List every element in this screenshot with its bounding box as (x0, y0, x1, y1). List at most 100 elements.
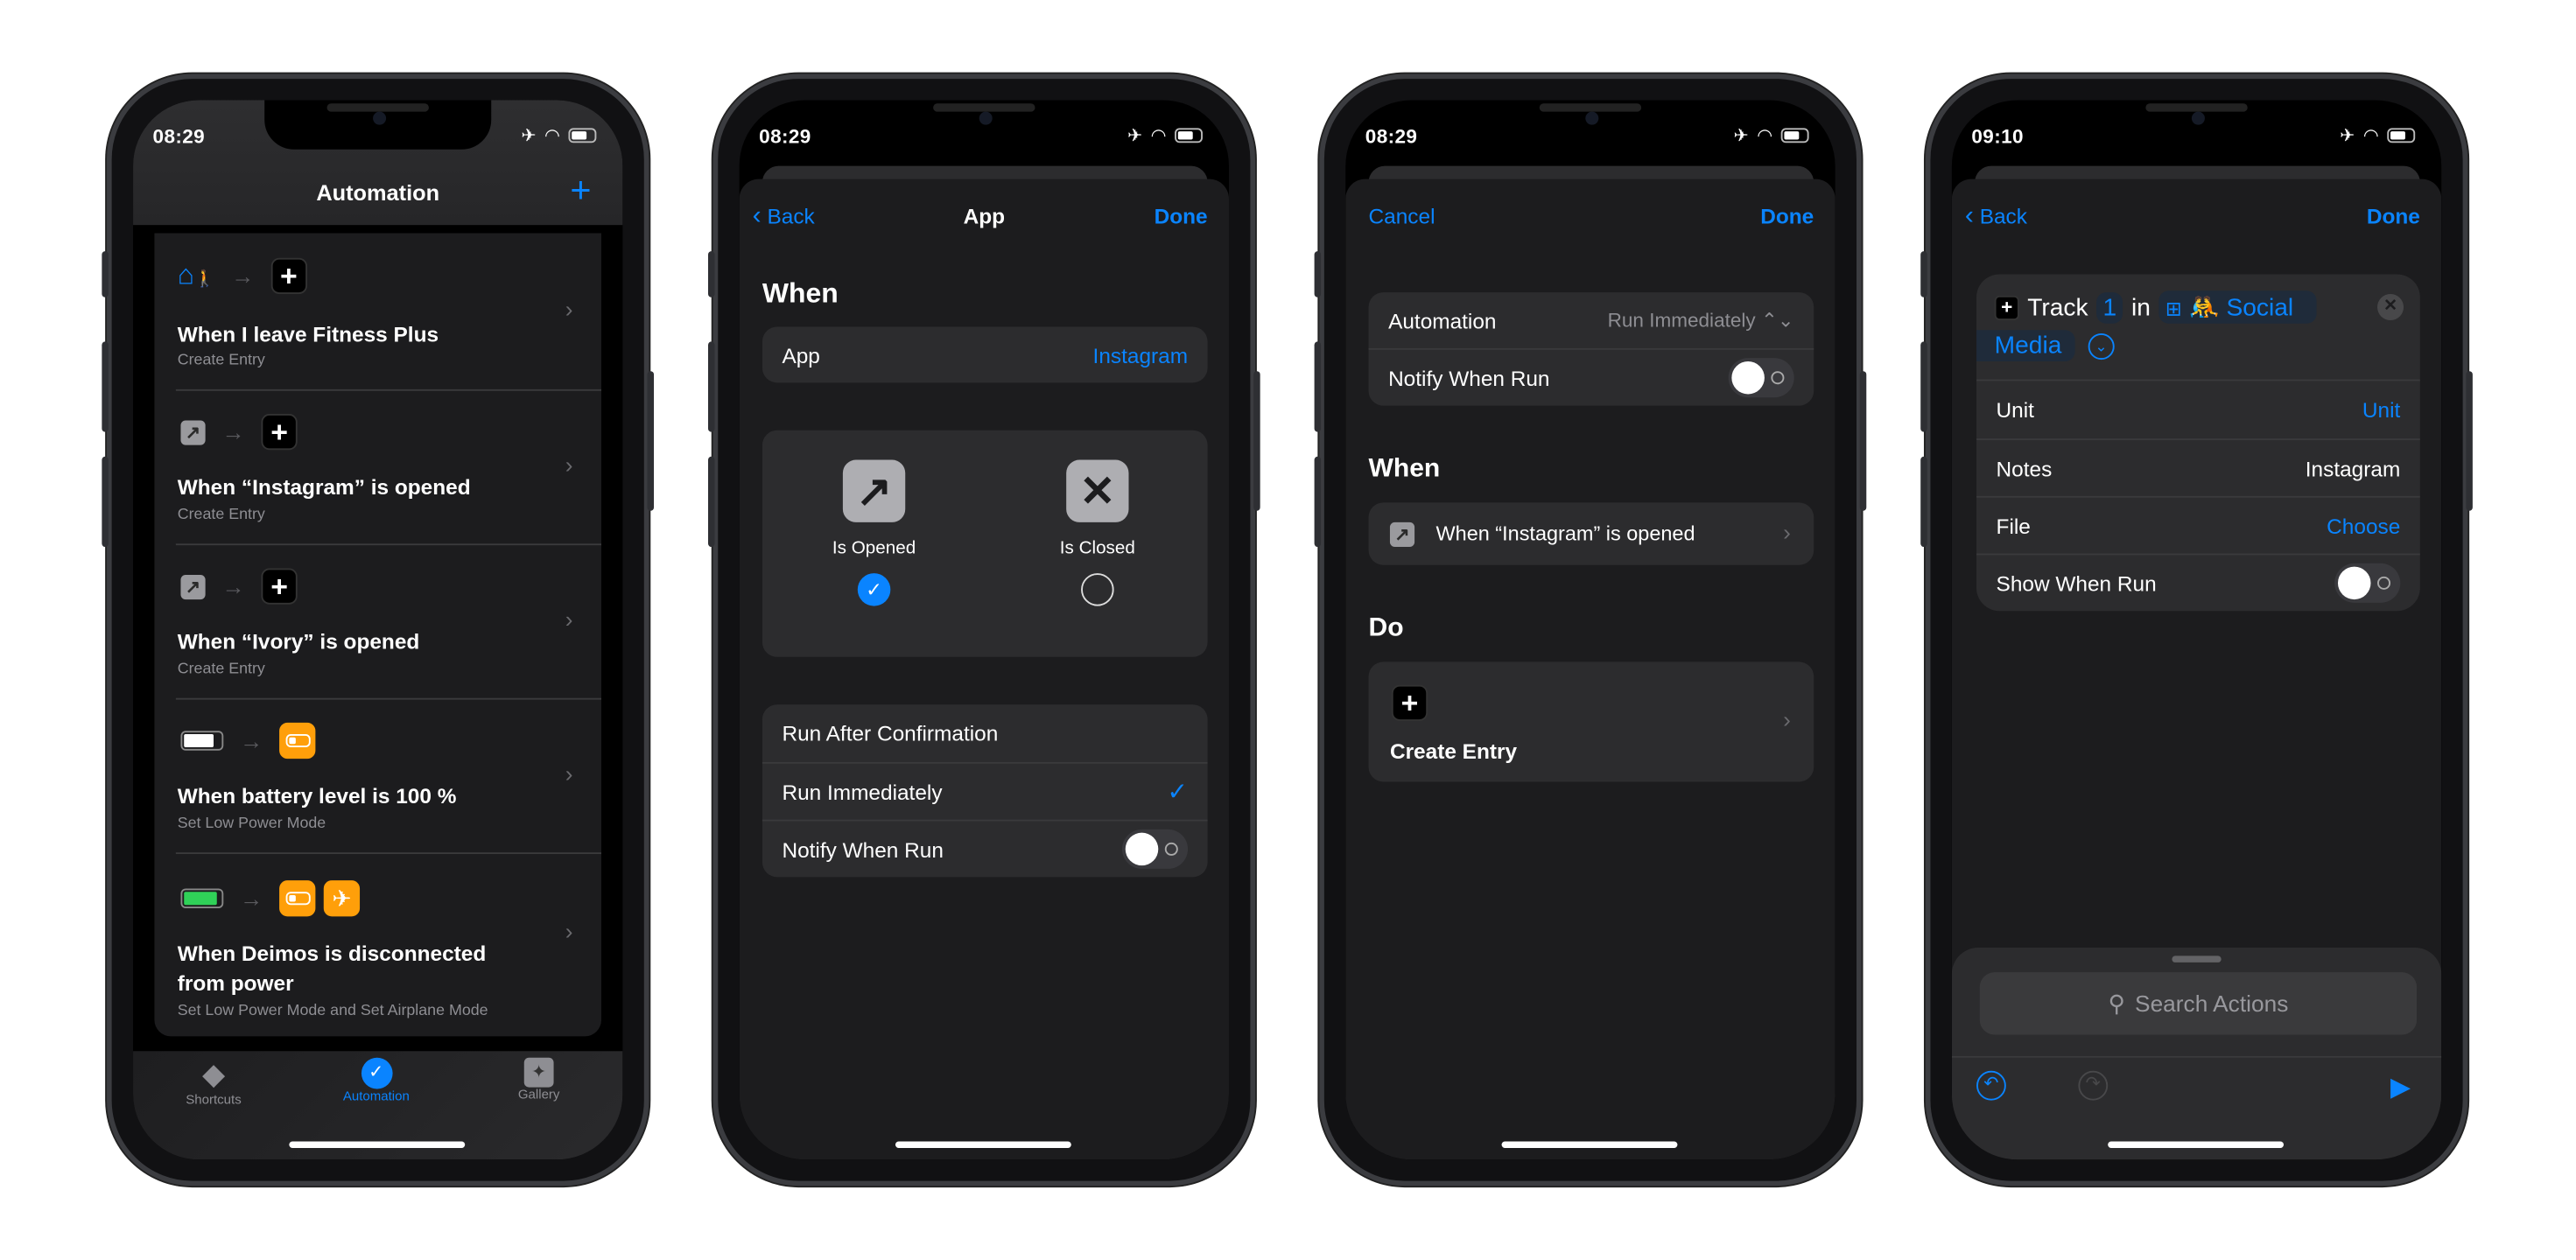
status-icons: ✈ ◠ (1734, 125, 1809, 146)
close-icon: ✕ (2383, 297, 2397, 316)
action-label: Create Entry (1389, 738, 1518, 764)
automation-item[interactable]: ↗ → + When “Ivory” is opened Create Entry … (154, 543, 601, 697)
home-indicator (895, 1141, 1071, 1149)
tab-gallery[interactable]: ✦ Gallery (489, 1057, 588, 1102)
battery-icon (1175, 128, 1203, 144)
is-closed-option[interactable]: ✕ Is Closed (1010, 459, 1184, 606)
choose-file-button[interactable]: Choose (2327, 514, 2400, 538)
notify-toggle[interactable] (1121, 829, 1189, 869)
status-time: 09:10 (1971, 124, 2024, 148)
action-verb: Track (2027, 293, 2088, 321)
arrow-icon: → (240, 727, 263, 754)
notes-value[interactable]: Instagram (2306, 456, 2401, 480)
app-value[interactable]: Instagram (1093, 342, 1189, 367)
action-row[interactable]: + Create Entry › (1368, 662, 1814, 782)
done-button[interactable]: Done (1760, 204, 1814, 228)
unit-row[interactable]: Unit Unit (1976, 381, 2420, 438)
automation-item[interactable]: ⌂🚶 → + When I leave Fitness Plus Create En… (154, 234, 601, 389)
notes-row[interactable]: Notes Instagram (1976, 438, 2420, 496)
automation-mode-row[interactable]: Automation Run Immediately ⌃⌄ (1369, 292, 1814, 348)
file-row[interactable]: File Choose (1976, 495, 2420, 554)
drawer-grabber[interactable] (2172, 956, 2222, 962)
tab-automation[interactable]: ✓ Automation (327, 1057, 426, 1103)
airplane-icon: ✈ (1127, 126, 1143, 147)
is-opened-option[interactable]: ↗ Is Opened ✓ (787, 459, 961, 606)
trigger-row[interactable]: ↗ When “Instagram” is opened › (1368, 502, 1814, 565)
play-icon[interactable]: ▶ (2390, 1071, 2411, 1104)
option-run-immediately[interactable]: Run Immediately ✓ (762, 761, 1208, 820)
show-when-run-row: Show When Run (1976, 553, 2420, 612)
row-label: Show When Run (1996, 570, 2157, 596)
shortcut-icon: + (1391, 684, 1428, 722)
back-label: Back (1979, 203, 2027, 228)
unit-value[interactable]: Unit (2362, 397, 2400, 422)
count-token[interactable]: 1 (2095, 291, 2123, 323)
show-when-run-toggle[interactable] (2334, 563, 2401, 603)
battery-icon (2387, 128, 2416, 144)
expand-chevron-icon[interactable]: ⌄ (2088, 332, 2115, 360)
done-button[interactable]: Done (1155, 204, 1208, 228)
arrow-icon: → (221, 573, 245, 600)
target-label: Social (2226, 293, 2294, 322)
arrow-icon: → (221, 418, 245, 445)
shortcut-icon: + (1994, 294, 2019, 320)
option-label: Run After Confirmation (782, 721, 999, 746)
battery-icon (180, 731, 224, 751)
shortcut-icon: + (270, 257, 307, 294)
settings-card: Automation Run Immediately ⌃⌄ Notify When… (1368, 292, 1814, 406)
closed-label: Is Closed (1059, 538, 1135, 559)
remove-action-button[interactable]: ✕ (2377, 293, 2404, 321)
battery-charging-icon (180, 888, 224, 908)
chevron-right-icon: › (565, 760, 573, 788)
radio-unchecked[interactable] (1081, 573, 1114, 606)
app-label: App (782, 342, 820, 368)
home-indicator (1501, 1141, 1678, 1149)
undo-icon[interactable]: ↶ (1976, 1070, 2006, 1101)
option-label: Run Immediately (782, 779, 943, 804)
radio-checked[interactable]: ✓ (857, 573, 891, 606)
app-close-icon: ✕ (1066, 459, 1129, 522)
section-when: When (762, 277, 839, 309)
page-title: Automation (316, 180, 440, 206)
add-automation-button[interactable]: + (570, 172, 591, 208)
row-label: Notes (1996, 455, 2053, 481)
done-button[interactable]: Done (2367, 204, 2420, 228)
option-run-after-confirmation[interactable]: Run After Confirmation (762, 704, 1208, 762)
shortcut-icon: + (261, 414, 298, 451)
arrow-icon: → (240, 885, 263, 912)
home-leave-icon: ⌂🚶 (177, 259, 215, 291)
automation-subtitle: Set Low Power Mode (177, 814, 326, 833)
back-button[interactable]: ‹ Back (1965, 202, 2027, 232)
clock-check-icon: ✓ (361, 1057, 392, 1089)
wifi-icon: ◠ (1150, 126, 1167, 147)
status-time: 08:29 (152, 124, 206, 148)
chevron-left-icon: ‹ (1964, 201, 1974, 230)
automation-item[interactable]: → ✈ When Deimos is disconnected from powe… (154, 852, 601, 1036)
action-in: in (2131, 293, 2151, 321)
cancel-button[interactable]: Cancel (1369, 204, 1435, 228)
status-icons: ✈ ◠ (1127, 125, 1203, 146)
target-token-continued[interactable]: Media (1976, 330, 2075, 361)
automation-item[interactable]: → When battery level is 100 % Set Low Po… (154, 698, 601, 852)
notify-toggle[interactable] (1728, 358, 1794, 398)
app-open-icon: ↗ (842, 459, 906, 522)
chevron-right-icon: › (1783, 519, 1791, 546)
option-notify-when-run: Notify When Run (762, 819, 1208, 878)
redo-icon[interactable]: ↷ (2078, 1070, 2109, 1101)
row-label: File (1996, 513, 2031, 538)
target-token[interactable]: ⊞ 🤼 Social (2158, 290, 2317, 324)
plus-icon: + (570, 169, 592, 211)
automation-title: When I leave Fitness Plus (177, 321, 439, 347)
app-row[interactable]: App Instagram (762, 326, 1208, 383)
chevron-right-icon: › (565, 452, 573, 479)
automation-item[interactable]: ↗ → + When “Instagram” is opened Create En… (154, 389, 601, 543)
automation-title: When “Ivory” is opened (177, 628, 420, 654)
section-do: Do (1368, 613, 1404, 642)
section-when: When (1368, 454, 1441, 483)
search-actions-field[interactable]: ⚲ Search Actions (1979, 972, 2418, 1035)
opened-label: Is Opened (832, 538, 916, 559)
phone-app-trigger: 08:29 ✈ ◠ ‹ Back App Done When App Instagr… (707, 74, 1260, 1186)
gallery-icon: ✦ (523, 1057, 554, 1088)
tab-shortcuts[interactable]: ◆ Shortcuts (165, 1058, 263, 1107)
automation-subtitle: Create Entry (177, 351, 265, 370)
